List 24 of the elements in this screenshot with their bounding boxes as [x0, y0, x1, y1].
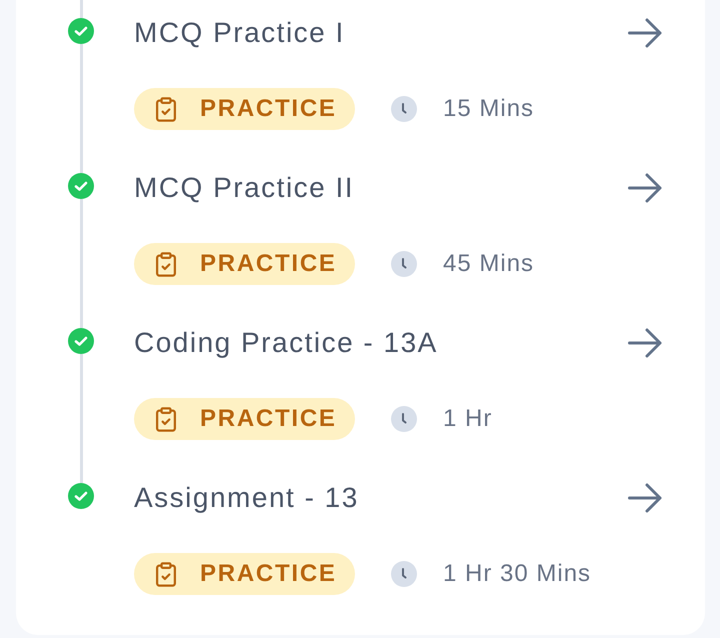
duration-text: 15 Mins: [443, 94, 534, 124]
duration-text: 45 Mins: [443, 249, 534, 279]
clipboard-check-icon: [156, 562, 176, 586]
clock-icon: [391, 406, 417, 432]
item-title: Assignment - 13: [134, 481, 359, 515]
clipboard-check-icon: [156, 406, 176, 432]
clipboard-check-icon: [156, 252, 176, 276]
duration-text: 1 Hr: [443, 404, 492, 434]
item-title: Coding Practice - 13A: [134, 326, 438, 360]
tag-label: PRACTICE: [200, 249, 337, 279]
clipboard-check-icon: [156, 96, 176, 122]
tag-label: PRACTICE: [200, 404, 337, 434]
item-title: MCQ Practice II: [134, 171, 354, 205]
arrow-right-icon[interactable]: [628, 18, 662, 48]
arrow-right-icon[interactable]: [628, 173, 662, 203]
clock-icon: [391, 561, 417, 587]
arrow-right-icon[interactable]: [628, 483, 662, 513]
arrow-right-icon[interactable]: [628, 328, 662, 358]
tag-label: PRACTICE: [200, 94, 337, 124]
clock-icon: [391, 251, 417, 277]
clock-icon: [391, 96, 417, 122]
item-title: MCQ Practice I: [134, 16, 345, 50]
duration-text: 1 Hr 30 Mins: [443, 559, 592, 589]
tag-label: PRACTICE: [200, 559, 337, 589]
